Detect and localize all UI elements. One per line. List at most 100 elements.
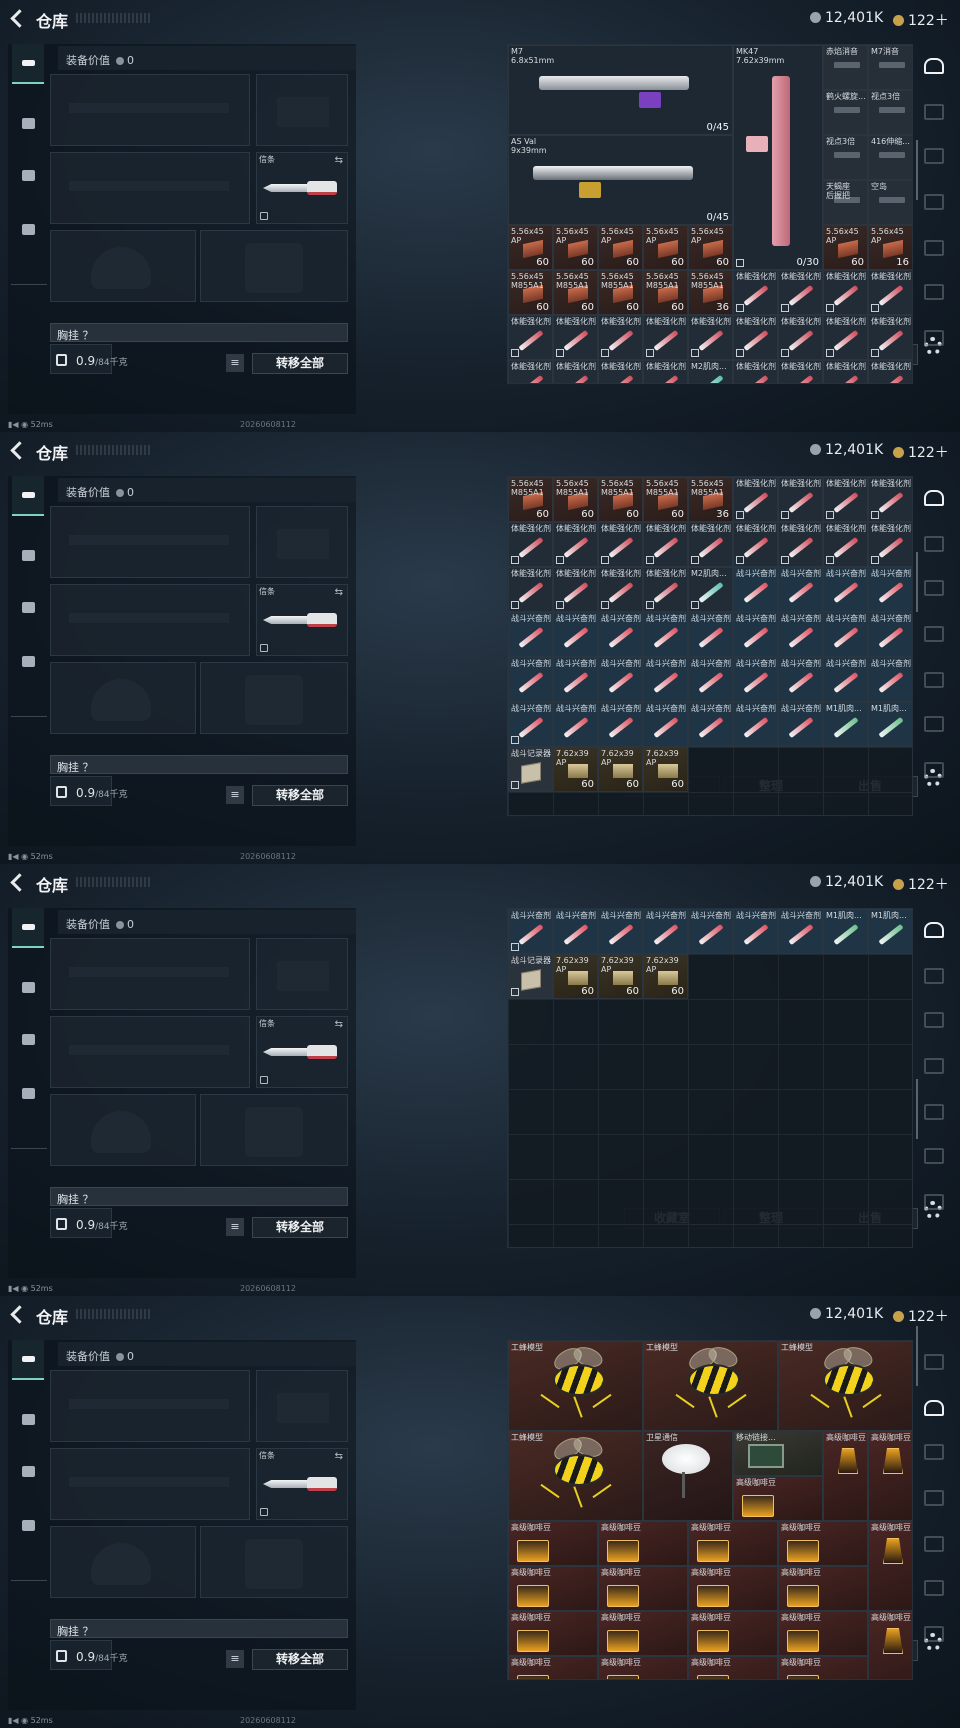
- muscle-item[interactable]: M1肌肉...: [823, 909, 868, 954]
- coffee-item[interactable]: 高级咖啡豆: [508, 1566, 598, 1611]
- stim-item[interactable]: 体能强化剂: [553, 522, 598, 567]
- secondary-weapon-slot[interactable]: [50, 152, 250, 224]
- stim-item[interactable]: 体能强化剂: [778, 477, 823, 522]
- combat-stim-item[interactable]: 战斗兴奋剂: [508, 702, 553, 747]
- melee-slot[interactable]: 信条 ⇆: [256, 1016, 348, 1088]
- coffee-item[interactable]: 高级咖啡豆: [598, 1656, 688, 1679]
- coffee-item[interactable]: 高级咖啡豆: [688, 1656, 778, 1679]
- grid-scrollbar[interactable]: [916, 1079, 918, 1139]
- help-icon[interactable]: ？: [83, 1193, 94, 1206]
- combat-stim-item[interactable]: 战斗兴奋剂: [508, 657, 553, 702]
- help-icon[interactable]: ？: [83, 761, 94, 774]
- ammo-item[interactable]: 5.56x45 AP 60: [643, 225, 688, 270]
- coffee-item[interactable]: 高级咖啡豆: [733, 1476, 823, 1521]
- ammo-item[interactable]: 5.56x45 AP 60: [553, 225, 598, 270]
- tab-gear[interactable]: [12, 536, 44, 576]
- help-icon[interactable]: ？: [83, 1625, 94, 1638]
- combat-stim-item[interactable]: 战斗兴奋剂: [868, 612, 912, 657]
- swap-icon[interactable]: ⇆: [335, 155, 343, 166]
- stim-item[interactable]: 体能强化剂: [823, 522, 868, 567]
- combat-stim-item[interactable]: 战斗兴奋剂: [643, 909, 688, 954]
- stim-item[interactable]: 体能强化剂: [733, 270, 778, 315]
- storage-tab-7[interactable]: [924, 762, 944, 778]
- coffee-item[interactable]: 高级咖啡豆: [508, 1521, 598, 1566]
- stim-item[interactable]: 体能强化剂: [823, 315, 868, 360]
- storage-tab-3[interactable]: [924, 580, 944, 596]
- gold-balance[interactable]: 122＋: [893, 10, 949, 30]
- storage-tab-6[interactable]: [924, 1580, 944, 1596]
- ammo-item[interactable]: 5.56x45 M855A1 36: [688, 477, 733, 522]
- pistol-slot[interactable]: [256, 74, 348, 146]
- combat-stim-item[interactable]: 战斗兴奋剂: [643, 657, 688, 702]
- stim-item[interactable]: 体能强化剂: [733, 315, 778, 360]
- stim-item[interactable]: 体能强化剂: [868, 315, 912, 360]
- tab-bag[interactable]: [12, 1020, 44, 1060]
- combat-stim-item[interactable]: 战斗兴奋剂: [733, 612, 778, 657]
- ammo-item[interactable]: 5.56x45 M855A1 60: [508, 477, 553, 522]
- tab-gear[interactable]: [12, 104, 44, 144]
- ammo-item[interactable]: 5.56x45 M855A1 36: [688, 270, 733, 315]
- stim-item[interactable]: 体能强化剂: [643, 315, 688, 360]
- helmet-slot[interactable]: [50, 1094, 196, 1166]
- coffee-item[interactable]: 高级咖啡豆: [688, 1566, 778, 1611]
- ammo-item[interactable]: 7.62x39 AP 60: [553, 954, 598, 999]
- secondary-weapon-slot[interactable]: [50, 584, 250, 656]
- coffee-item[interactable]: 高级咖啡豆: [598, 1611, 688, 1656]
- storage-tab-1[interactable]: [924, 922, 944, 938]
- combat-stim-item[interactable]: 战斗兴奋剂: [733, 702, 778, 747]
- combat-stim-item[interactable]: 战斗兴奋剂: [553, 612, 598, 657]
- storage-tab-6[interactable]: [924, 716, 944, 732]
- tab-weapons[interactable]: [12, 476, 44, 516]
- ammo-item[interactable]: 5.56x45 AP 60: [598, 225, 643, 270]
- stim-item[interactable]: 体能强化剂: [508, 360, 553, 383]
- stim-item[interactable]: M2肌肉...: [688, 567, 733, 612]
- rifle-as-val[interactable]: AS Val 9x39mm 0/45: [508, 135, 733, 225]
- storage-tab-2[interactable]: [924, 536, 944, 552]
- transfer-all-button[interactable]: 转移全部: [252, 1217, 348, 1238]
- stim-item[interactable]: 体能强化剂: [688, 522, 733, 567]
- mobile-terminal-item[interactable]: 移动链接...: [733, 1431, 823, 1476]
- tab-case[interactable]: [12, 210, 44, 250]
- combat-stim-item[interactable]: 战斗兴奋剂: [778, 657, 823, 702]
- attachment-item[interactable]: 赤焰消音: [823, 45, 868, 90]
- stim-item[interactable]: 体能强化剂: [868, 360, 912, 383]
- storage-tab-6[interactable]: [924, 1148, 944, 1164]
- tab-bag[interactable]: [12, 156, 44, 196]
- swap-icon[interactable]: ⇆: [335, 1451, 343, 1462]
- combat-stim-item[interactable]: 战斗兴奋剂: [598, 612, 643, 657]
- swap-icon[interactable]: ⇆: [335, 587, 343, 598]
- combat-stim-item[interactable]: 战斗兴奋剂: [823, 567, 868, 612]
- storage-tab-1[interactable]: [924, 1354, 944, 1370]
- combat-stim-item[interactable]: 战斗兴奋剂: [733, 567, 778, 612]
- stim-item[interactable]: 体能强化剂: [823, 270, 868, 315]
- back-arrow-icon[interactable]: [9, 442, 25, 458]
- bee-model-item[interactable]: 工蜂模型: [643, 1341, 778, 1431]
- combat-stim-item[interactable]: 战斗兴奋剂: [778, 702, 823, 747]
- gold-balance[interactable]: 122＋: [893, 874, 949, 894]
- tab-gear[interactable]: [12, 1400, 44, 1440]
- list-icon[interactable]: ≡: [226, 1218, 244, 1236]
- attachment-item[interactable]: 视点3倍: [823, 135, 868, 180]
- tab-bag[interactable]: [12, 588, 44, 628]
- storage-tab-5[interactable]: [924, 1104, 944, 1120]
- tab-gear[interactable]: [12, 968, 44, 1008]
- stim-item[interactable]: 体能强化剂: [508, 315, 553, 360]
- grid-scrollbar[interactable]: [916, 140, 918, 200]
- storage-tab-7[interactable]: [924, 330, 944, 346]
- storage-tab-2[interactable]: [924, 968, 944, 984]
- pistol-slot[interactable]: [256, 1370, 348, 1442]
- primary-weapon-slot[interactable]: [50, 938, 250, 1010]
- armor-slot[interactable]: [200, 662, 348, 734]
- storage-tab-3[interactable]: [924, 1444, 944, 1460]
- stim-item[interactable]: 体能强化剂: [733, 522, 778, 567]
- storage-tab-6[interactable]: [924, 284, 944, 300]
- primary-weapon-slot[interactable]: [50, 74, 250, 146]
- coffee-item[interactable]: 高级咖啡豆: [778, 1611, 868, 1656]
- tab-weapons[interactable]: [12, 908, 44, 948]
- storage-tab-5[interactable]: [924, 240, 944, 256]
- stim-item[interactable]: 体能强化剂: [598, 360, 643, 383]
- combat-stim-item[interactable]: 战斗兴奋剂: [508, 612, 553, 657]
- combat-stim-item[interactable]: 战斗兴奋剂: [598, 702, 643, 747]
- stim-item[interactable]: 体能强化剂: [778, 522, 823, 567]
- helmet-slot[interactable]: [50, 1526, 196, 1598]
